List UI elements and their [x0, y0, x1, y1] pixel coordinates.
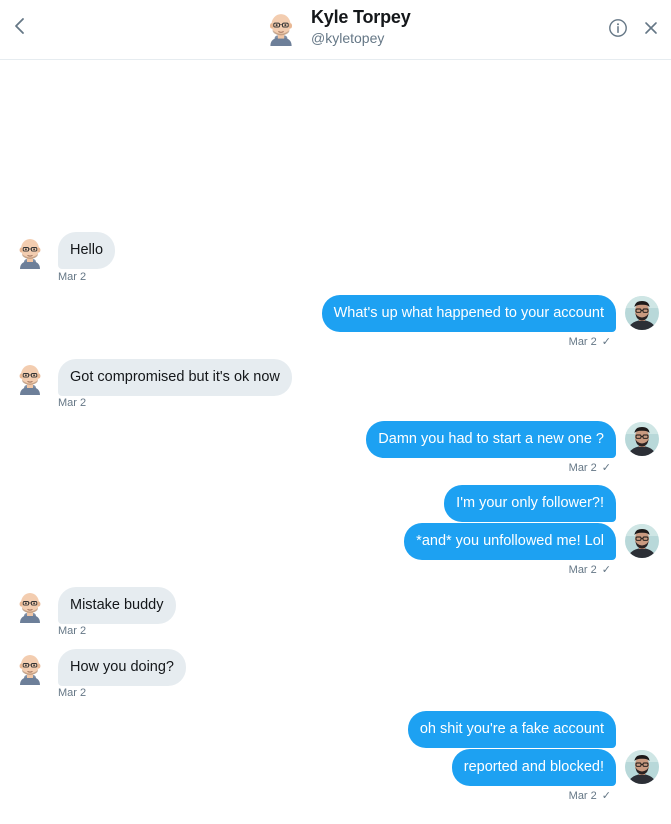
message-bubble-outgoing[interactable]: reported and blocked! — [451, 749, 616, 786]
close-icon — [645, 22, 657, 34]
my-avatar[interactable] — [625, 524, 659, 558]
contact-avatar[interactable] — [16, 237, 44, 269]
message-bubble-incoming[interactable]: Got compromised but it's ok now — [58, 359, 292, 396]
message-timestamp: Mar 2 — [58, 625, 87, 637]
message-meta: Mar 2 ✓ — [569, 563, 611, 576]
message-meta: Mar 2 ✓ — [569, 461, 611, 474]
contact-avatar[interactable] — [16, 591, 44, 623]
read-check-icon: ✓ — [601, 564, 611, 576]
message-meta: Mar 2 ✓ — [569, 789, 611, 802]
message-bubble-outgoing[interactable]: oh shit you're a fake account — [407, 711, 616, 748]
read-check-icon: ✓ — [601, 790, 611, 802]
my-avatar[interactable] — [625, 296, 659, 330]
conversation-header: Kyle Torpey @kyletopey — [0, 0, 671, 60]
message-bubble-outgoing[interactable]: Damn you had to start a new one ? — [366, 421, 616, 458]
message-meta: Mar 2 ✓ — [569, 335, 611, 348]
info-button[interactable] — [608, 18, 628, 38]
contact-name[interactable]: Kyle Torpey — [311, 7, 411, 28]
contact-avatar[interactable] — [265, 12, 297, 46]
message-bubble-outgoing[interactable]: *and* you unfollowed me! Lol — [404, 523, 616, 560]
message-timestamp: Mar 2 — [568, 336, 597, 348]
contact-avatar[interactable] — [16, 363, 44, 395]
message-bubble-incoming[interactable]: How you doing? — [58, 649, 186, 686]
my-avatar[interactable] — [625, 422, 659, 456]
chevron-left-icon — [15, 18, 24, 34]
message-timestamp: Mar 2 — [568, 790, 597, 802]
message-bubble-outgoing[interactable]: I'm your only follower?! — [444, 485, 616, 522]
message-bubble-incoming[interactable]: Hello — [58, 232, 116, 269]
contact-avatar[interactable] — [16, 653, 44, 685]
read-check-icon: ✓ — [601, 336, 611, 348]
my-avatar[interactable] — [625, 750, 659, 784]
back-button[interactable] — [10, 14, 32, 38]
message-timestamp: Mar 2 — [58, 271, 87, 283]
message-bubble-incoming[interactable]: Mistake buddy — [58, 587, 176, 624]
message-bubble-outgoing[interactable]: What's up what happened to your account — [321, 295, 616, 332]
contact-handle[interactable]: @kyletopey — [311, 30, 384, 46]
message-timestamp: Mar 2 — [58, 397, 87, 409]
info-icon — [609, 19, 627, 37]
message-timestamp: Mar 2 — [568, 462, 597, 474]
message-timestamp: Mar 2 — [568, 564, 597, 576]
message-timestamp: Mar 2 — [58, 687, 87, 699]
close-button[interactable] — [643, 19, 659, 37]
read-check-icon: ✓ — [601, 462, 611, 474]
